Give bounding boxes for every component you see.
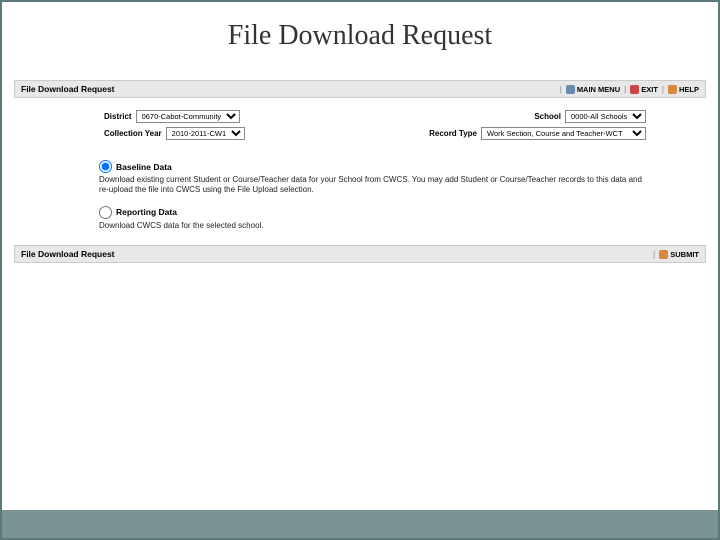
record-type-label: Record Type (429, 129, 477, 138)
baseline-label: Baseline Data (116, 162, 172, 172)
section-title: File Download Request (21, 84, 115, 94)
school-label: School (534, 112, 561, 121)
help-link[interactable]: HELP (668, 85, 699, 94)
help-icon (668, 85, 677, 94)
collection-year-select[interactable]: 2010-2011-CW1 (166, 127, 245, 140)
baseline-description: Download existing current Student or Cou… (99, 175, 646, 196)
district-label: District (104, 112, 132, 121)
section-header-top: File Download Request | MAIN MENU | EXIT… (14, 80, 706, 98)
record-type-select[interactable]: Work Section, Course and Teacher-WCT (481, 127, 646, 140)
page-title: File Download Request (2, 2, 718, 62)
slide-footer-bar (2, 510, 718, 538)
school-select[interactable]: 0000-All Schools (565, 110, 646, 123)
district-select[interactable]: 0670-Cabot-Community (136, 110, 240, 123)
menu-icon (566, 85, 575, 94)
exit-icon (630, 85, 639, 94)
baseline-radio[interactable] (99, 160, 112, 173)
reporting-radio[interactable] (99, 206, 112, 219)
section-header-bottom: File Download Request | SUBMIT (14, 245, 706, 263)
reporting-label: Reporting Data (116, 207, 177, 217)
collection-year-label: Collection Year (104, 129, 162, 138)
exit-link[interactable]: EXIT (630, 85, 658, 94)
submit-icon (659, 250, 668, 259)
main-menu-link[interactable]: MAIN MENU (566, 85, 620, 94)
submit-button[interactable]: SUBMIT (659, 250, 699, 259)
section-title-bottom: File Download Request (21, 249, 115, 259)
reporting-description: Download CWCS data for the selected scho… (99, 221, 646, 231)
